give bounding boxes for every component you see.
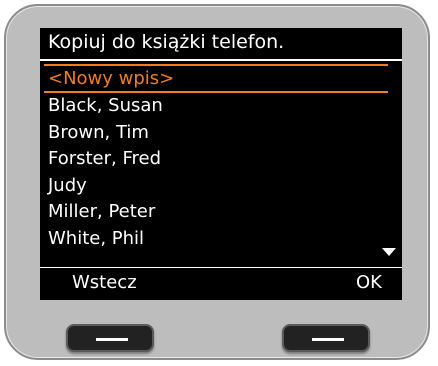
list-item[interactable]: Black, Susan (40, 93, 402, 120)
phonebook-list: <Nowy wpis> Black, Susan Brown, Tim Fors… (40, 64, 402, 252)
list-item[interactable]: Judy (40, 173, 402, 200)
phone-device: Kopiuj do książki telefon. <Nowy wpis> B… (4, 4, 430, 360)
list-item[interactable]: White, Phil (40, 226, 402, 253)
list-item-new-entry[interactable]: <Nowy wpis> (44, 64, 388, 93)
right-softkey-bar-icon (312, 338, 344, 341)
right-softkey-button[interactable] (282, 324, 370, 352)
list-item[interactable]: Brown, Tim (40, 120, 402, 147)
list-item[interactable]: Forster, Fred (40, 146, 402, 173)
left-softkey-bar-icon (96, 338, 128, 341)
title-divider (40, 59, 402, 61)
softkey-back-label[interactable]: Wstecz (72, 270, 137, 296)
softkey-divider (40, 267, 402, 268)
scroll-down-arrow-icon (382, 248, 396, 256)
softkey-ok-label[interactable]: OK (356, 270, 382, 296)
left-softkey-button[interactable] (66, 324, 154, 352)
screen-title: Kopiuj do książki telefon. (48, 31, 285, 53)
display-screen: Kopiuj do książki telefon. <Nowy wpis> B… (40, 28, 402, 300)
list-item[interactable]: Miller, Peter (40, 199, 402, 226)
